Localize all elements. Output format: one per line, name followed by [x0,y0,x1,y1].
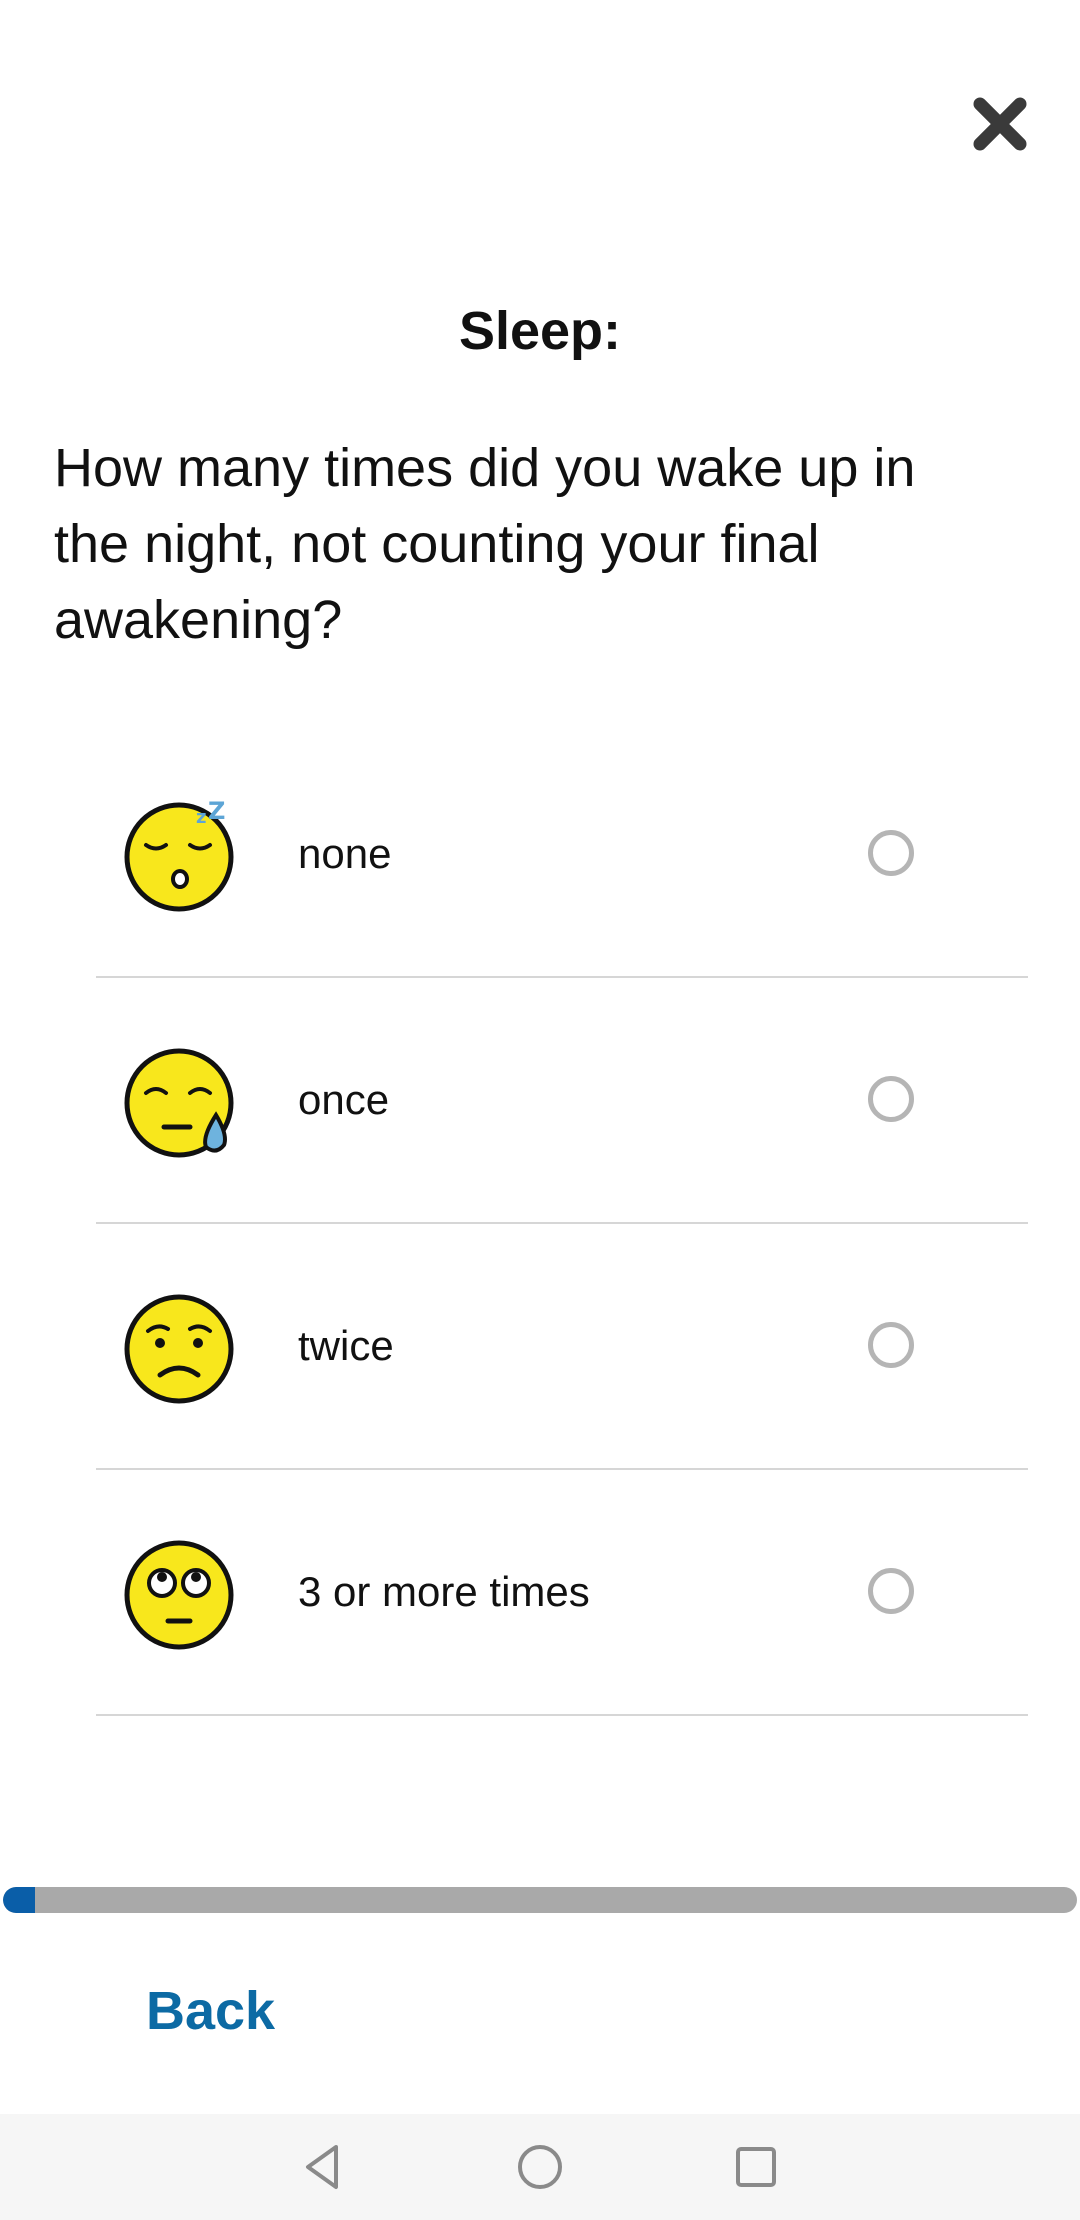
radio-button[interactable] [868,1568,914,1614]
progress-fill [3,1887,36,1913]
radio-button[interactable] [868,830,914,876]
confused-face-icon [124,1294,234,1404]
option-label: 3 or more times [298,1568,590,1615]
home-circle-icon[interactable] [512,2139,568,2195]
question-text: How many times did you wake up in the ni… [54,438,916,650]
option-3-or-more[interactable]: 3 or more times [96,1470,1028,1716]
sleeping-face-icon: z Z [124,797,234,912]
eye-roll-face-icon [124,1540,234,1650]
recents-square-icon[interactable] [728,2139,784,2195]
page-title: Sleep: [458,301,622,361]
close-icon [973,97,1027,151]
option-label: none [298,830,392,877]
close-button[interactable] [960,84,1040,164]
back-button[interactable]: Back [146,1980,275,2042]
back-triangle-icon[interactable] [296,2139,352,2195]
options-list: z Z none once twice 3 or more times [96,732,1028,1716]
svg-text:Z: Z [208,797,225,825]
system-nav-bar [0,2114,1080,2220]
radio-button[interactable] [868,1076,914,1122]
option-none[interactable]: z Z none [96,732,1028,978]
option-label: twice [298,1322,394,1369]
svg-text:z: z [196,807,206,828]
progress-bar [3,1887,1077,1913]
option-label: once [298,1076,390,1123]
radio-button[interactable] [868,1322,914,1368]
option-twice[interactable]: twice [96,1224,1028,1470]
sleepy-face-icon [124,1048,234,1158]
option-once[interactable]: once [96,978,1028,1224]
